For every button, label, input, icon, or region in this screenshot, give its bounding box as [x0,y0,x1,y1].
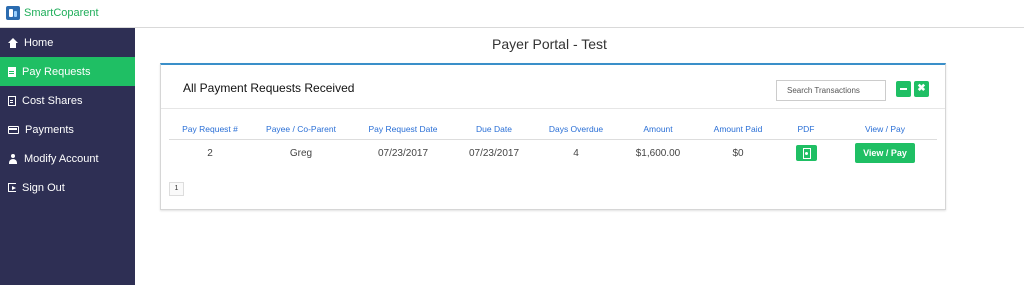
brand[interactable]: SmartCoparent [6,4,99,22]
sign-out-icon [8,183,16,192]
cell-request-number: 2 [207,147,213,159]
user-icon [8,153,18,164]
cell-amount: $1,600.00 [635,147,681,159]
sidebar-item-modify-account[interactable]: Modify Account [0,144,135,173]
column-header[interactable]: Amount [619,119,697,140]
brand-name: SmartCoparent [24,7,99,19]
payment-requests-panel: All Payment Requests Received ✖ Pay Requ… [160,63,946,210]
cell-request-date: 07/23/2017 [377,147,429,159]
sidebar-item-label: Modify Account [24,152,99,165]
sidebar-item-label: Pay Requests [22,65,91,78]
column-header[interactable]: Pay Request # [169,119,251,140]
pagination-page-1[interactable]: 1 [169,182,184,196]
cell-view-pay: View / Pay [833,139,937,167]
sidebar-item-label: Payments [25,123,74,136]
column-header[interactable]: Days Overdue [533,119,619,140]
sidebar-item-label: Home [24,36,54,49]
column-header: PDF [779,119,833,140]
cell-pdf [779,139,833,167]
view-pay-button[interactable]: View / Pay [855,143,915,164]
sidebar-item-pay-requests[interactable]: Pay Requests [0,57,135,86]
sidebar-item-label: Cost Shares [22,94,83,107]
column-header[interactable]: Due Date [455,119,533,140]
credit-card-icon [8,125,19,134]
panel-title: All Payment Requests Received [183,81,355,95]
minimize-button[interactable] [896,81,911,97]
sidebar-item-payments[interactable]: Payments [0,115,135,144]
pdf-icon[interactable] [795,145,817,162]
cell-days-overdue: 4 [573,147,579,159]
panel-header: All Payment Requests Received ✖ [161,65,945,109]
column-header: View / Pay [833,119,937,140]
table-header-row: Pay Request # Payee / Co-Parent Pay Requ… [169,119,937,140]
smartcoparent-logo-icon [6,6,20,20]
sidebar-item-label: Sign Out [22,181,65,194]
cell-payee: Greg [289,147,313,159]
payment-requests-table: Pay Request # Payee / Co-Parent Pay Requ… [169,119,937,167]
column-header[interactable]: Pay Request Date [351,119,455,140]
sidebar-item-home[interactable]: Home [0,28,135,57]
top-bar: SmartCoparent [0,0,1024,28]
column-header[interactable]: Amount Paid [697,119,779,140]
table-row: 2 Greg 07/23/2017 07/23/2017 4 $1,600.00… [169,139,937,167]
document-icon [8,66,16,77]
cell-due-date: 07/23/2017 [468,147,520,159]
sidebar: Home Pay Requests Cost Shares Payments M… [0,28,135,285]
close-button[interactable]: ✖ [914,81,929,97]
sidebar-item-cost-shares[interactable]: Cost Shares [0,86,135,115]
cell-amount-paid: $0 [732,147,744,159]
page-title: Payer Portal - Test [492,36,607,52]
column-header[interactable]: Payee / Co-Parent [251,119,351,140]
search-input[interactable] [776,80,886,101]
home-icon [8,37,18,48]
sidebar-item-sign-out[interactable]: Sign Out [0,173,135,202]
list-document-icon [8,95,16,106]
